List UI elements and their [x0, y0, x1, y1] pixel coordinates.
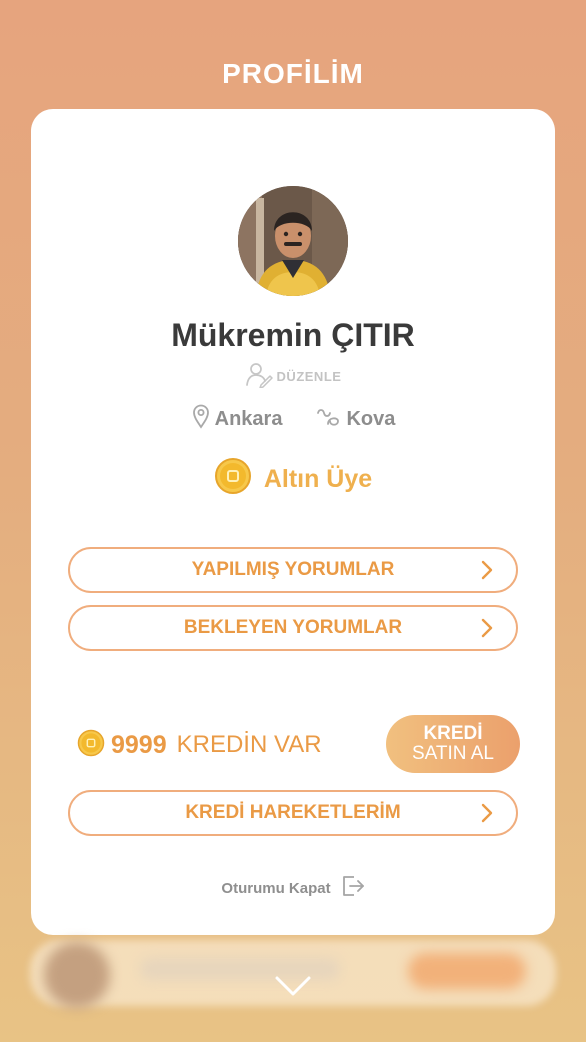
blurred-button — [408, 953, 526, 989]
chevron-down-icon — [273, 976, 313, 1002]
chevron-right-icon — [474, 801, 498, 825]
location-pin-icon — [191, 403, 211, 435]
logout-label: Oturumu Kapat — [221, 879, 331, 897]
profile-card: Mükremin ÇITIR DÜZENLE Ankara Kova Altın… — [31, 109, 555, 935]
city-label: Ankara — [214, 407, 283, 430]
credit-history-button[interactable]: KREDİ HAREKETLERİM — [68, 790, 518, 836]
credit-history-label: KREDİ HAREKETLERİM — [185, 802, 401, 823]
logout-button[interactable]: Oturumu Kapat — [31, 873, 555, 903]
logout-icon — [339, 873, 365, 903]
done-reviews-label: YAPILMIŞ YORUMLAR — [191, 559, 395, 580]
zodiac-info: Kova — [316, 404, 395, 434]
location-info: Ankara — [191, 403, 283, 435]
scroll-down-button[interactable] — [273, 974, 313, 998]
gold-coin-icon — [77, 729, 105, 762]
buy-credit-bottom-label: SATIN AL — [411, 743, 494, 764]
user-name: Mükremin ÇITIR — [171, 317, 415, 353]
credit-amount: 9999 — [111, 730, 167, 759]
membership-label: Altın Üye — [263, 464, 373, 493]
page-title: PROFİLİM — [222, 58, 364, 89]
credit-balance: 9999 KREDİN VAR — [77, 729, 322, 761]
edit-profile-button[interactable]: DÜZENLE — [31, 362, 555, 391]
aquarius-icon — [316, 404, 342, 434]
pending-reviews-button[interactable]: BEKLEYEN YORUMLAR — [68, 605, 518, 651]
edit-profile-label: DÜZENLE — [276, 368, 342, 384]
membership-status: Altın Üye — [31, 457, 555, 502]
done-reviews-button[interactable]: YAPILMIŞ YORUMLAR — [68, 547, 518, 593]
blurred-avatar — [44, 942, 110, 1008]
chevron-right-icon — [474, 558, 498, 582]
pending-reviews-label: BEKLEYEN YORUMLAR — [183, 617, 403, 638]
profile-info-row: Ankara Kova — [31, 403, 555, 435]
avatar — [238, 186, 348, 296]
gold-coin-icon — [214, 457, 252, 502]
zodiac-label: Kova — [346, 407, 396, 430]
buy-credit-top-label: KREDİ — [423, 723, 483, 744]
buy-credit-button[interactable]: KREDİ SATIN AL — [386, 715, 520, 773]
chevron-right-icon — [474, 616, 498, 640]
user-edit-icon — [245, 362, 273, 391]
credit-label: KREDİN VAR — [176, 731, 322, 758]
